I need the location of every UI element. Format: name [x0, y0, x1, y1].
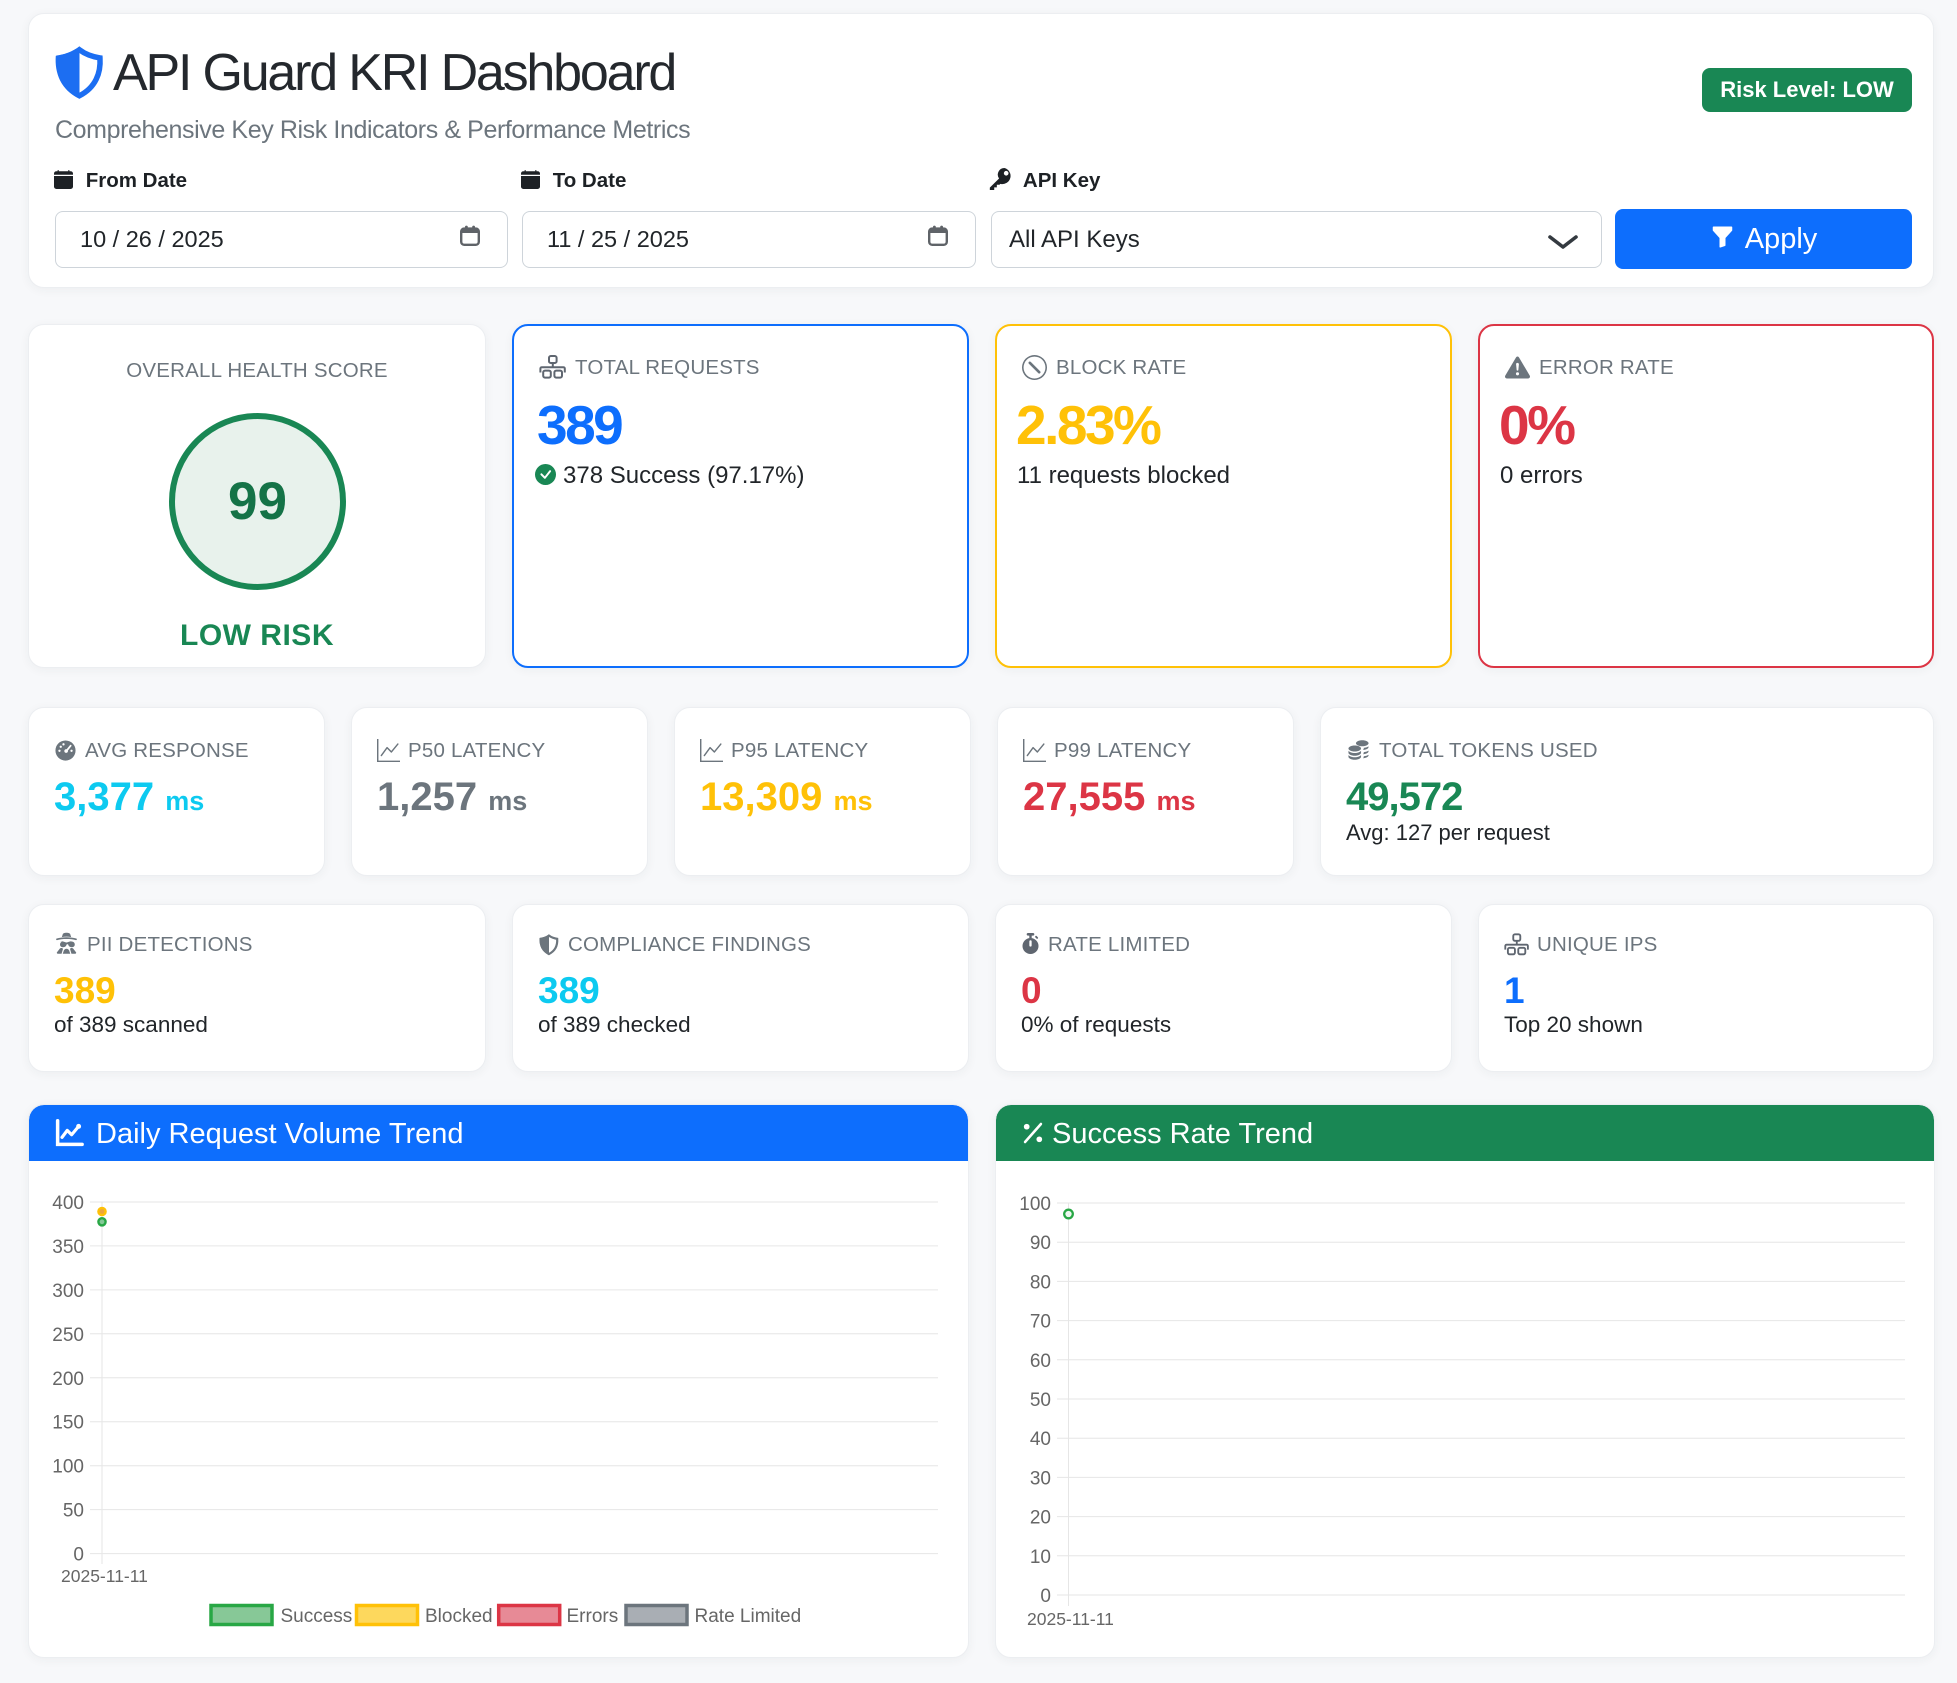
svg-text:30: 30: [1030, 1468, 1051, 1489]
svg-text:50: 50: [63, 1501, 84, 1522]
svg-text:60: 60: [1030, 1351, 1051, 1372]
svg-text:200: 200: [52, 1369, 84, 1390]
svg-text:20: 20: [1030, 1508, 1051, 1529]
svg-text:Blocked: Blocked: [425, 1606, 493, 1627]
svg-text:Success: Success: [281, 1606, 353, 1627]
svg-text:0: 0: [1040, 1586, 1051, 1607]
svg-text:10: 10: [1030, 1547, 1051, 1568]
svg-text:50: 50: [1030, 1390, 1051, 1411]
svg-text:Errors: Errors: [567, 1606, 619, 1627]
svg-text:250: 250: [52, 1325, 84, 1346]
svg-text:Rate Limited: Rate Limited: [695, 1606, 802, 1627]
svg-text:90: 90: [1030, 1233, 1051, 1254]
svg-text:100: 100: [1019, 1194, 1051, 1215]
svg-text:2025-11-11: 2025-11-11: [1027, 1609, 1114, 1629]
svg-text:70: 70: [1030, 1312, 1051, 1333]
svg-text:150: 150: [52, 1413, 84, 1434]
svg-text:350: 350: [52, 1237, 84, 1258]
svg-text:400: 400: [52, 1193, 84, 1214]
svg-text:100: 100: [52, 1457, 84, 1478]
svg-text:40: 40: [1030, 1429, 1051, 1450]
svg-text:0: 0: [73, 1545, 84, 1566]
svg-text:80: 80: [1030, 1272, 1051, 1293]
svg-text:300: 300: [52, 1281, 84, 1302]
svg-text:2025-11-11: 2025-11-11: [61, 1566, 148, 1586]
